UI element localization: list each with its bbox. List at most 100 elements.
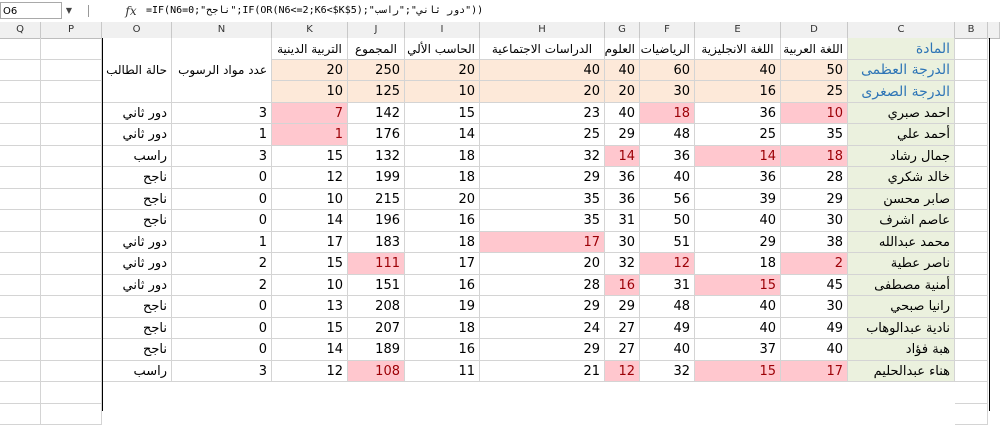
- grade-d[interactable]: 40: [781, 339, 848, 361]
- student-name[interactable]: هبة فؤاد: [848, 339, 955, 361]
- grade-j[interactable]: 189: [348, 339, 405, 361]
- cell-q14[interactable]: [0, 339, 41, 361]
- grade-k[interactable]: 10: [272, 189, 348, 210]
- cell-b11[interactable]: [955, 275, 988, 296]
- student-fail-count[interactable]: 0: [172, 318, 272, 339]
- student-name[interactable]: عاصم اشرف: [848, 210, 955, 232]
- grade-h[interactable]: 24: [480, 318, 605, 339]
- grade-g[interactable]: 30: [605, 232, 640, 253]
- column-header-g[interactable]: G: [605, 22, 640, 38]
- grade-k[interactable]: 12: [272, 361, 348, 382]
- column-header-k[interactable]: K: [272, 22, 348, 38]
- subject-label[interactable]: المادة: [848, 38, 955, 60]
- subject-header-f[interactable]: الرياضيات: [640, 38, 695, 60]
- grade-j[interactable]: 176: [348, 124, 405, 146]
- cell-p11[interactable]: [41, 275, 102, 296]
- grade-i[interactable]: 11: [405, 361, 480, 382]
- student-fail-count[interactable]: 3: [172, 361, 272, 382]
- grade-g[interactable]: 27: [605, 318, 640, 339]
- cell-p14[interactable]: [41, 339, 102, 361]
- max-row-h[interactable]: 40: [480, 60, 605, 81]
- student-fail-count[interactable]: 0: [172, 339, 272, 361]
- grade-f[interactable]: 40: [640, 339, 695, 361]
- student-name[interactable]: هناء عبدالحليم: [848, 361, 955, 382]
- subject-header-h[interactable]: الدراسات الاجتماعية: [480, 38, 605, 60]
- grade-j[interactable]: 183: [348, 232, 405, 253]
- max-row-label[interactable]: الدرجة العظمى: [848, 60, 955, 81]
- max-row-i[interactable]: 20: [405, 60, 480, 81]
- column-header-h[interactable]: H: [480, 22, 605, 38]
- grade-h[interactable]: 35: [480, 189, 605, 210]
- cell-q11[interactable]: [0, 275, 41, 296]
- max-row-e[interactable]: 40: [695, 60, 781, 81]
- subject-header-g[interactable]: العلوم: [605, 38, 640, 60]
- grade-f[interactable]: 31: [640, 275, 695, 296]
- column-header-b[interactable]: B: [955, 22, 988, 38]
- column-header-q[interactable]: Q: [0, 22, 41, 38]
- student-name[interactable]: نادية عبدالوهاب: [848, 318, 955, 339]
- grade-k[interactable]: 14: [272, 339, 348, 361]
- grade-g[interactable]: 31: [605, 210, 640, 232]
- grade-f[interactable]: 12: [640, 253, 695, 275]
- name-box[interactable]: O6: [0, 2, 62, 19]
- grade-d[interactable]: 45: [781, 275, 848, 296]
- grade-i[interactable]: 18: [405, 146, 480, 167]
- insert-function-icon[interactable]: fx: [121, 1, 141, 21]
- student-name[interactable]: رانيا صبحي: [848, 296, 955, 318]
- grade-j[interactable]: 142: [348, 103, 405, 124]
- student-name[interactable]: صابر محسن: [848, 189, 955, 210]
- subject-header-i[interactable]: الحاسب الألي: [405, 38, 480, 60]
- student-fail-count[interactable]: 1: [172, 232, 272, 253]
- column-header-j[interactable]: J: [348, 22, 405, 38]
- cell-b9[interactable]: [955, 232, 988, 253]
- grade-k[interactable]: 12: [272, 167, 348, 189]
- cell-q15[interactable]: [0, 361, 41, 382]
- grade-h[interactable]: 23: [480, 103, 605, 124]
- grade-j[interactable]: 215: [348, 189, 405, 210]
- grade-e[interactable]: 29: [695, 232, 781, 253]
- cell-b1[interactable]: [955, 60, 988, 81]
- grade-h[interactable]: 29: [480, 339, 605, 361]
- cell-q0[interactable]: [0, 38, 41, 60]
- cell-p10[interactable]: [41, 253, 102, 275]
- grade-k[interactable]: 15: [272, 318, 348, 339]
- grade-k[interactable]: 14: [272, 210, 348, 232]
- formula-input[interactable]: =IF(N6=0;"ناجح";IF(OR(N6<=2;K6<$K$5);"دو…: [146, 0, 483, 22]
- grade-d[interactable]: 35: [781, 124, 848, 146]
- student-fail-count[interactable]: 3: [172, 146, 272, 167]
- grade-d[interactable]: 17: [781, 361, 848, 382]
- grade-d[interactable]: 29: [781, 189, 848, 210]
- grade-f[interactable]: 48: [640, 124, 695, 146]
- student-name[interactable]: جمال رشاد: [848, 146, 955, 167]
- student-name[interactable]: أمنية مصطفى: [848, 275, 955, 296]
- grade-f[interactable]: 48: [640, 296, 695, 318]
- grade-g[interactable]: 36: [605, 167, 640, 189]
- grade-e[interactable]: 40: [695, 318, 781, 339]
- grade-f[interactable]: 32: [640, 361, 695, 382]
- grade-d[interactable]: 2: [781, 253, 848, 275]
- grade-i[interactable]: 18: [405, 318, 480, 339]
- subject-header-k[interactable]: التربية الدينية: [272, 38, 348, 60]
- grade-i[interactable]: 19: [405, 296, 480, 318]
- student-fail-count[interactable]: 0: [172, 189, 272, 210]
- grade-h[interactable]: 29: [480, 296, 605, 318]
- grade-j[interactable]: 199: [348, 167, 405, 189]
- grade-d[interactable]: 38: [781, 232, 848, 253]
- cell-p17[interactable]: [41, 404, 102, 425]
- grade-e[interactable]: 14: [695, 146, 781, 167]
- student-status[interactable]: دور ثاني: [102, 103, 172, 124]
- subject-header-d[interactable]: اللغة العربية: [781, 38, 848, 60]
- grade-g[interactable]: 27: [605, 339, 640, 361]
- grade-i[interactable]: 17: [405, 253, 480, 275]
- student-status[interactable]: ناجح: [102, 339, 172, 361]
- grade-i[interactable]: 16: [405, 339, 480, 361]
- grade-j[interactable]: 151: [348, 275, 405, 296]
- grade-j[interactable]: 208: [348, 296, 405, 318]
- grade-e[interactable]: 37: [695, 339, 781, 361]
- grade-k[interactable]: 1: [272, 124, 348, 146]
- grade-k[interactable]: 15: [272, 253, 348, 275]
- cell-p16[interactable]: [41, 382, 102, 404]
- cell-q2[interactable]: [0, 81, 41, 103]
- student-fail-count[interactable]: 1: [172, 124, 272, 146]
- grade-i[interactable]: 18: [405, 167, 480, 189]
